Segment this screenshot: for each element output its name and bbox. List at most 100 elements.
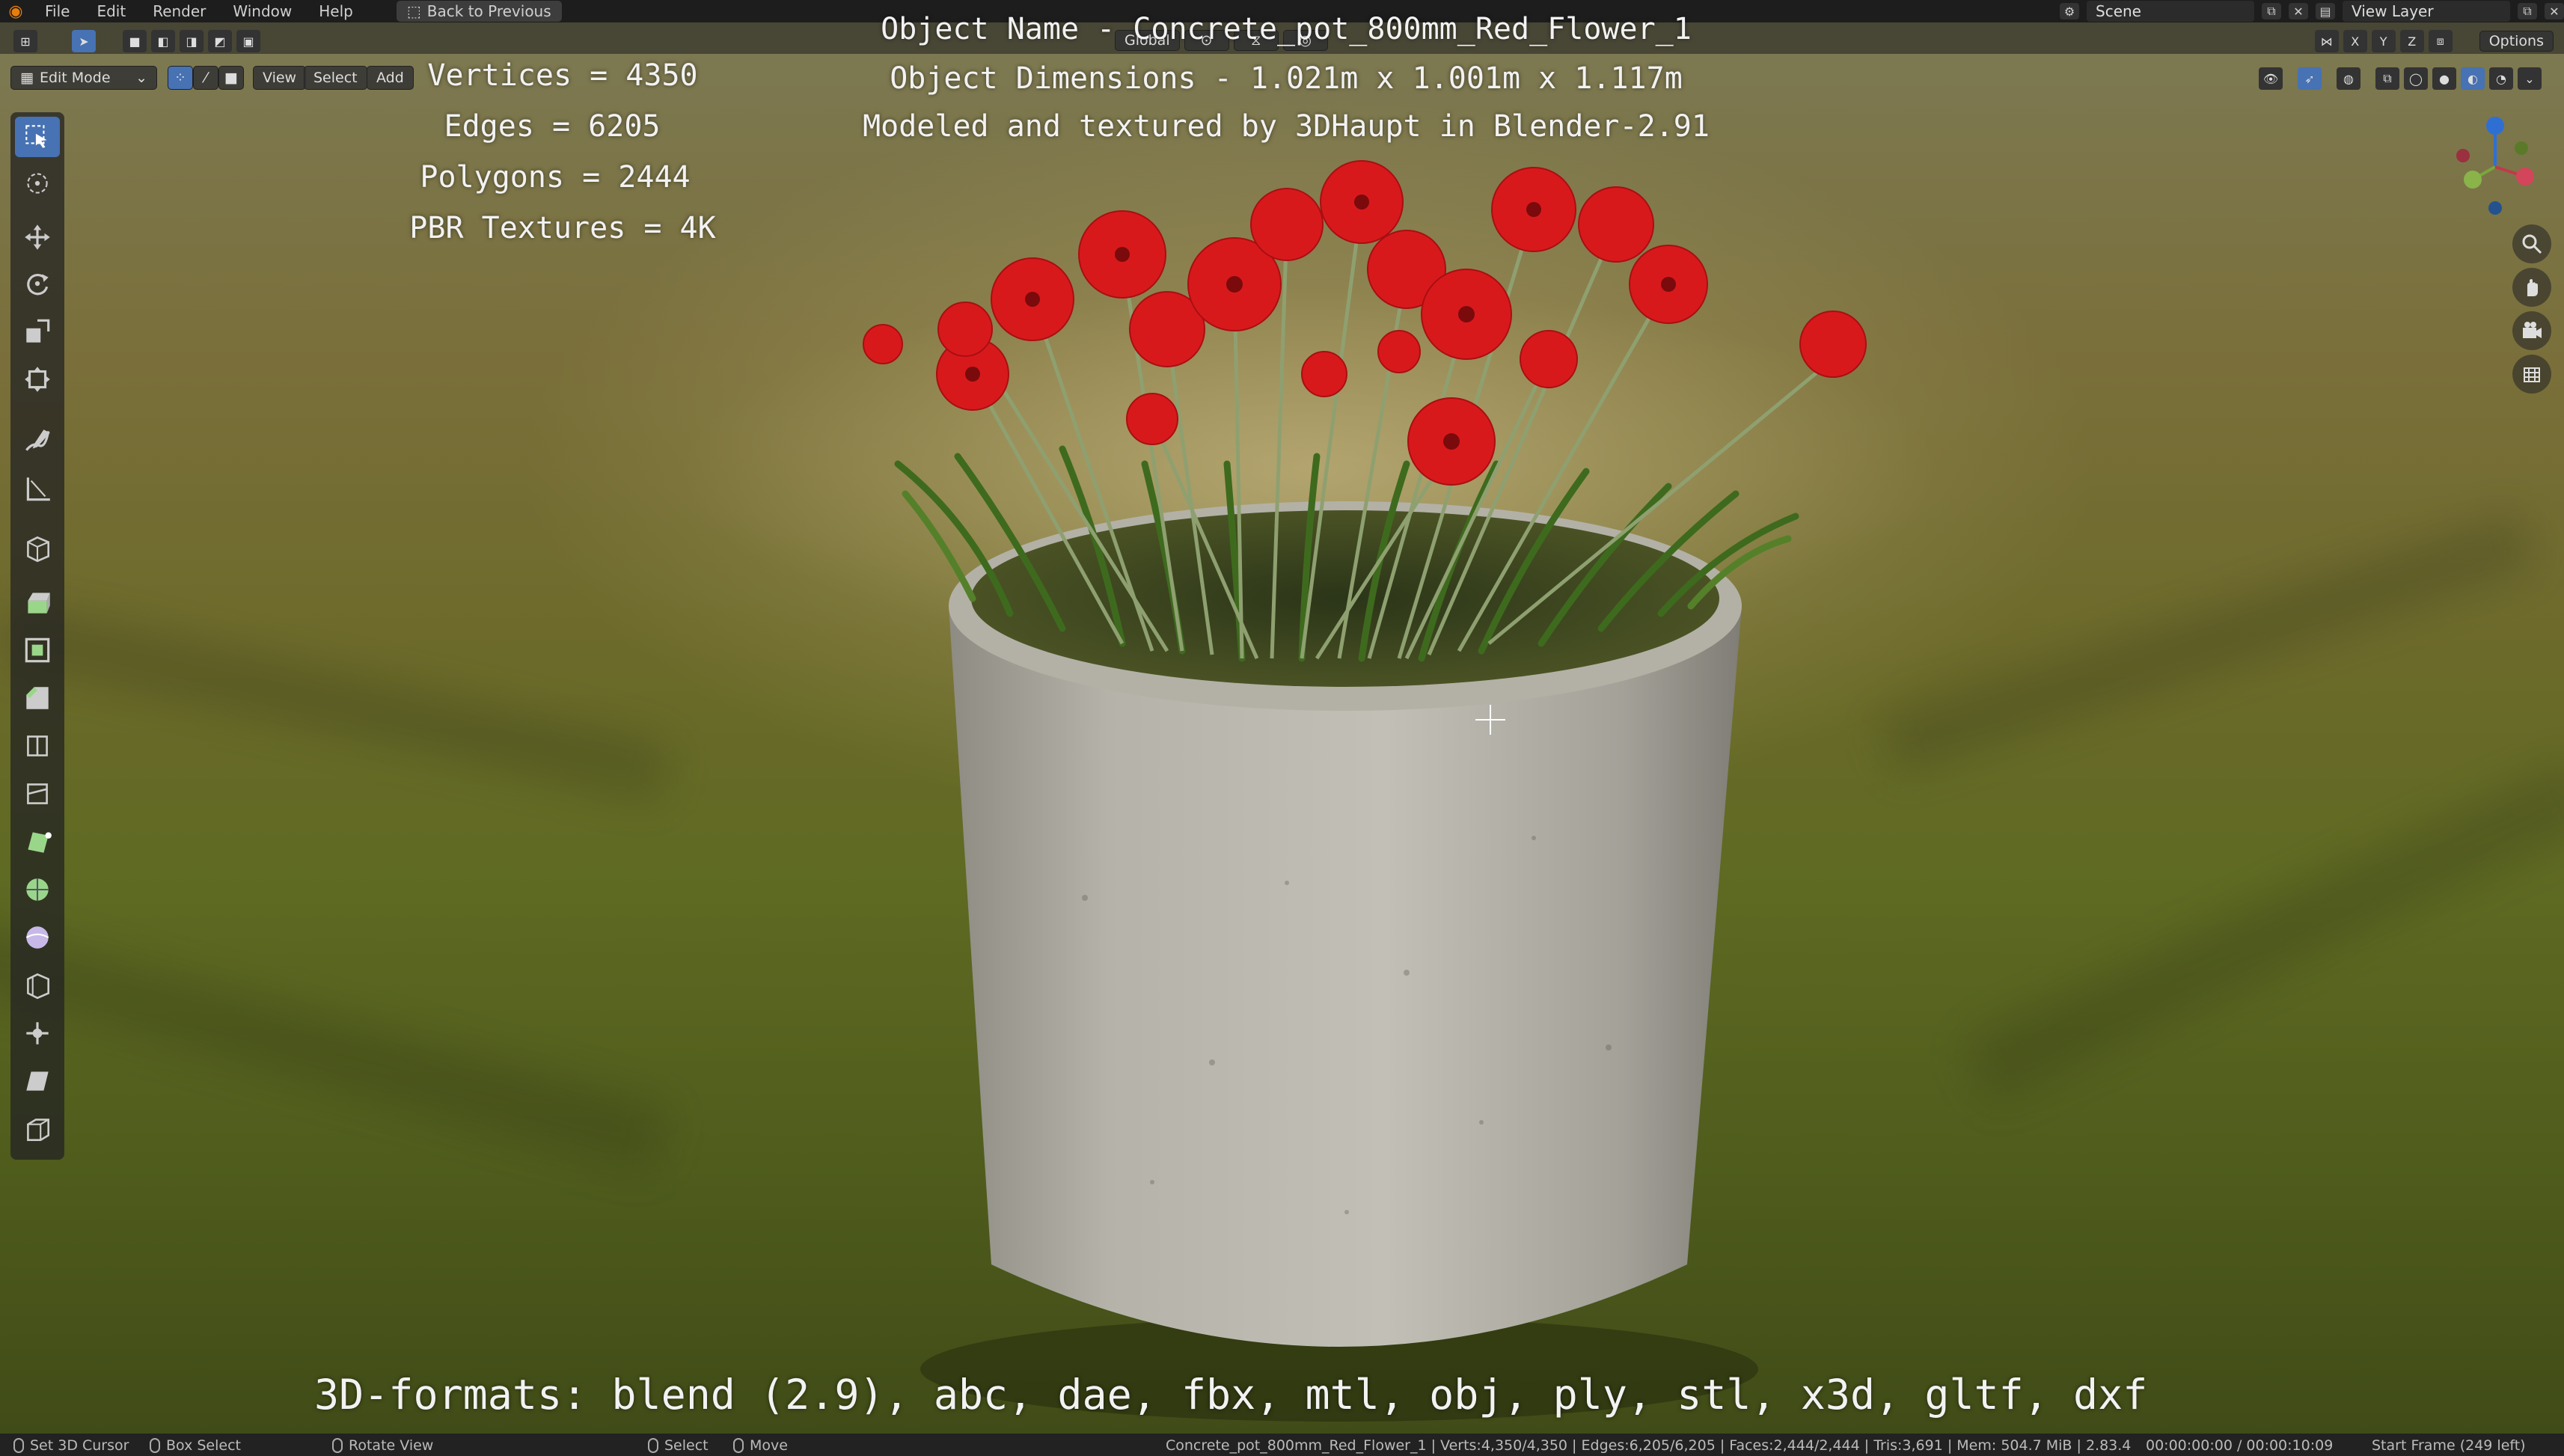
scene-selector[interactable]: Scene	[2087, 1, 2254, 22]
annotate-tool-icon[interactable]	[15, 420, 60, 461]
start-frame-info: Start Frame (249 left)	[2372, 1437, 2526, 1454]
shrink-fatten-tool-icon[interactable]	[15, 1013, 60, 1053]
formats-list: 3D-formats: blend (2.9), abc, dae, fbx, …	[314, 1371, 2148, 1419]
status-move-label: Move	[750, 1437, 788, 1454]
mouse-right-icon	[648, 1438, 658, 1453]
rotate-tool-icon[interactable]	[15, 263, 60, 304]
inset-tool-icon[interactable]	[15, 630, 60, 670]
status-rotate-view-label: Rotate View	[349, 1437, 434, 1454]
edge-slide-tool-icon[interactable]	[15, 965, 60, 1006]
menu-edit[interactable]: Edit	[83, 2, 139, 20]
scale-tool-icon[interactable]	[15, 311, 60, 352]
new-layer-icon[interactable]: ⧉	[2518, 3, 2537, 19]
menu-window[interactable]: Window	[219, 2, 305, 20]
status-box-select: Box Select	[150, 1437, 241, 1454]
menu-file[interactable]: File	[31, 2, 83, 20]
editor-type-icon[interactable]: ⊞	[13, 30, 37, 52]
pot-body	[949, 606, 1742, 1347]
status-set-cursor-label: Set 3D Cursor	[30, 1437, 129, 1454]
chevron-down-icon: ⌄	[135, 70, 147, 86]
mirror-x-toggle[interactable]: X	[2343, 30, 2367, 52]
delete-layer-icon[interactable]: ✕	[2545, 3, 2564, 19]
move-tool-icon[interactable]	[15, 217, 60, 257]
add-cube-tool-icon[interactable]	[15, 528, 60, 569]
back-to-previous-button[interactable]: ⬚ Back to Previous	[396, 1, 562, 22]
select-mode-extend-icon[interactable]: ◧	[151, 30, 175, 52]
viewport-shading-header: 👁 ➶ ◍ ⧉ ◯ ● ◐ ◔ ⌄	[2259, 67, 2542, 90]
measure-tool-icon[interactable]	[15, 468, 60, 509]
pot-rim-inner	[971, 510, 1719, 687]
overlays-toggle-icon[interactable]: ◍	[2337, 67, 2360, 90]
knife-tool-icon[interactable]	[15, 774, 60, 814]
pan-view-icon[interactable]	[2512, 268, 2551, 307]
vertex-select-mode-button[interactable]: ⁘	[168, 66, 193, 90]
rendered-shading-icon[interactable]: ◔	[2489, 67, 2513, 90]
camera-view-icon[interactable]	[2512, 311, 2551, 350]
mode-select-dropdown[interactable]: ▦ Edit Mode ⌄	[10, 66, 157, 90]
timeline-time: 00:00:00:00 / 00:00:10:09	[2146, 1437, 2334, 1454]
shear-tool-icon[interactable]	[15, 1061, 60, 1101]
mouse-move-icon	[733, 1438, 744, 1453]
wireframe-shading-icon[interactable]: ◯	[2404, 67, 2428, 90]
xray-toggle-icon[interactable]: ⧉	[2375, 67, 2399, 90]
gizmo-toggle-icon[interactable]: ➶	[2298, 67, 2322, 90]
menu-render[interactable]: Render	[139, 2, 219, 20]
bevel-tool-icon[interactable]	[15, 678, 60, 718]
mirror-z-toggle[interactable]: Z	[2399, 30, 2424, 52]
back-icon: ⬚	[406, 2, 421, 20]
extrude-tool-icon[interactable]	[15, 582, 60, 623]
scene-statistics: Concrete_pot_800mm_Red_Flower_1 | Verts:…	[1166, 1437, 2132, 1454]
auto-merge-icon[interactable]: ⧈	[2428, 30, 2453, 52]
options-dropdown[interactable]: Options	[2479, 31, 2554, 52]
top-right-controls: ⚙ Scene ⧉ ✕ ▤ View Layer ⧉ ✕	[2060, 0, 2564, 22]
3d-cursor-icon[interactable]	[1474, 703, 1507, 736]
menu-help[interactable]: Help	[305, 2, 367, 20]
loop-cut-tool-icon[interactable]	[15, 726, 60, 766]
select-box-tool-icon[interactable]	[15, 117, 60, 157]
options-label: Options	[2488, 33, 2544, 49]
ortho-perspective-icon[interactable]	[2512, 355, 2551, 394]
blender-logo-icon[interactable]: ◉	[0, 0, 31, 22]
material-shading-icon[interactable]: ◐	[2461, 67, 2485, 90]
back-to-previous-label: Back to Previous	[426, 2, 551, 20]
mirror-axes-header: ⋈ X Y Z ⧈ Options	[2314, 30, 2554, 52]
view-layer-selector[interactable]: View Layer	[2343, 1, 2510, 22]
select-mode-subtract-icon[interactable]: ◨	[180, 30, 204, 52]
poly-build-tool-icon[interactable]	[15, 822, 60, 862]
shading-options-chevron-icon[interactable]: ⌄	[2518, 67, 2542, 90]
status-set-cursor: Set 3D Cursor	[13, 1437, 129, 1454]
smooth-tool-icon[interactable]	[15, 917, 60, 958]
status-select-label: Select	[664, 1437, 709, 1454]
solid-shading-icon[interactable]: ●	[2432, 67, 2456, 90]
status-box-select-label: Box Select	[166, 1437, 241, 1454]
navigation-gizmo[interactable]	[2447, 111, 2544, 223]
cursor-tool-icon[interactable]	[15, 163, 60, 204]
face-select-mode-button[interactable]: ■	[218, 66, 244, 90]
visibility-icon[interactable]: 👁	[2259, 67, 2283, 90]
zoom-view-icon[interactable]	[2512, 224, 2551, 263]
view-menu[interactable]: View	[253, 66, 307, 90]
new-scene-icon[interactable]: ⧉	[2262, 3, 2281, 19]
status-move: Move	[733, 1437, 788, 1454]
spin-tool-icon[interactable]	[15, 869, 60, 910]
rip-region-tool-icon[interactable]	[15, 1109, 60, 1149]
active-tool-icon[interactable]: ➤	[72, 30, 96, 52]
delete-scene-icon[interactable]: ✕	[2289, 3, 2308, 19]
object-dimensions: Object Dimensions - 1.021m x 1.001m x 1.…	[890, 61, 1683, 96]
object-name: Object Name - Concrete_pot_800mm_Red_Flo…	[881, 12, 1692, 46]
select-mode-intersect-icon[interactable]: ▣	[236, 30, 260, 52]
transform-tool-icon[interactable]	[15, 359, 60, 400]
red-flowers	[863, 160, 1867, 486]
mirror-icon[interactable]: ⋈	[2314, 30, 2339, 52]
status-select: Select	[648, 1437, 709, 1454]
select-mode-new-icon[interactable]: ■	[123, 30, 147, 52]
select-mode-invert-icon[interactable]: ◩	[208, 30, 232, 52]
view-layer-icon[interactable]: ▤	[2316, 3, 2335, 19]
scene-icon[interactable]: ⚙	[2060, 3, 2079, 19]
tool-header-left: ⊞ ➤ ■ ◧ ◨ ◩ ▣	[13, 30, 260, 52]
edge-select-mode-button[interactable]: ⁄	[193, 66, 218, 90]
mouse-left-icon	[13, 1438, 24, 1453]
status-bar: Set 3D Cursor Box Select Rotate View Sel…	[0, 1434, 2564, 1456]
mirror-y-toggle[interactable]: Y	[2371, 30, 2396, 52]
mouse-middle-icon	[332, 1438, 343, 1453]
